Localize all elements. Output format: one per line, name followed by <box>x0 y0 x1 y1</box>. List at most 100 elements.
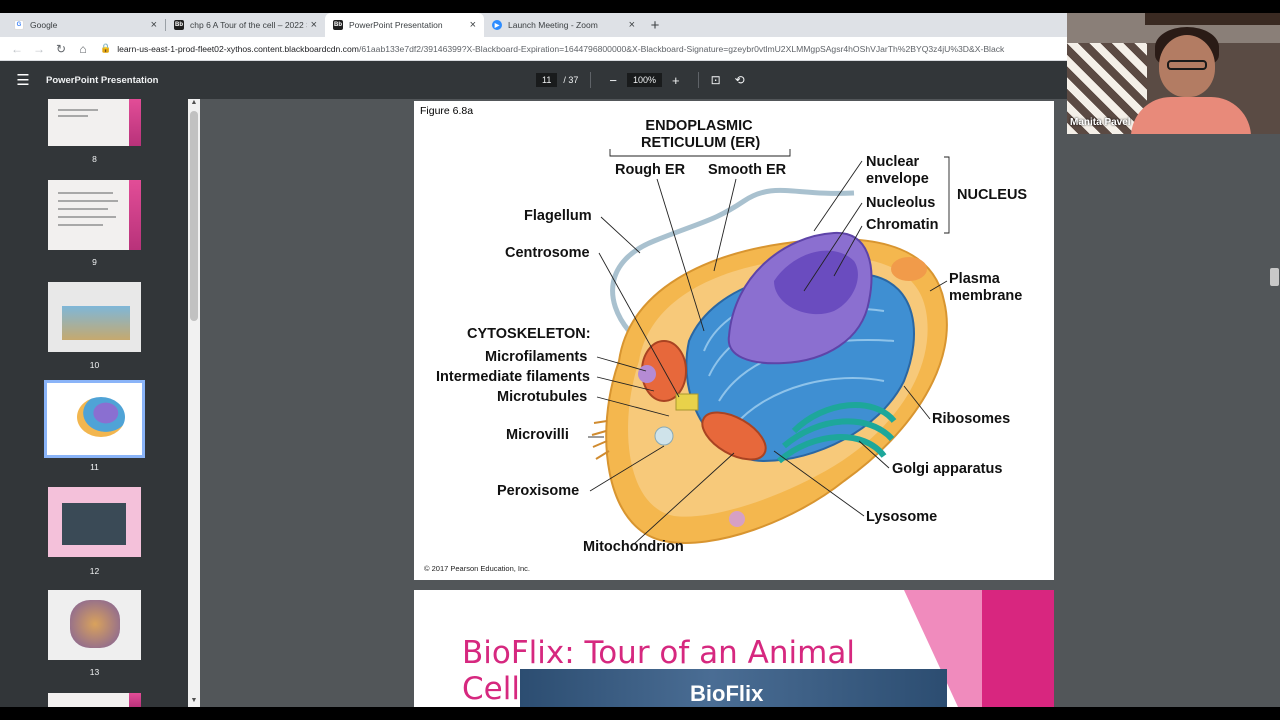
back-arrow-icon[interactable]: ← <box>6 39 28 59</box>
label-er-title-line2: RETICULUM (ER) <box>641 134 761 151</box>
home-icon[interactable]: ⌂ <box>72 39 94 59</box>
label-smooth-er: Smooth ER <box>708 162 787 178</box>
label-chromatin: Chromatin <box>866 217 939 233</box>
label-nuclear-envelope-line1: Nuclear <box>866 154 920 170</box>
google-icon: G <box>14 20 24 30</box>
label-flagellum: Flagellum <box>524 208 592 224</box>
thumbnail-page-14[interactable] <box>48 693 141 707</box>
url-field[interactable]: 🔒 learn-us-east-1-prod-fleet02-xythos.co… <box>100 43 1067 54</box>
tab-label: chp 6 A Tour of the cell – 2022 Sp <box>190 20 307 30</box>
page-total: / 37 <box>563 75 579 85</box>
thumbnail-label: 9 <box>92 257 97 267</box>
zoom-out-button[interactable]: − <box>603 73 623 88</box>
label-nuclear-envelope: Nuclear envelope <box>866 154 929 187</box>
vesicle-shape <box>638 365 656 383</box>
label-mitochondrion: Mitochondrion <box>583 539 684 555</box>
close-icon[interactable]: × <box>151 19 157 31</box>
thumbnail-label: 11 <box>90 462 99 472</box>
label-er-title-line1: ENDOPLASMIC <box>645 118 753 134</box>
rotate-icon[interactable]: ⟲ <box>735 73 745 87</box>
close-icon[interactable]: × <box>311 19 317 31</box>
thumbnail-label: 10 <box>89 360 100 370</box>
scroll-down-icon[interactable]: ▼ <box>188 697 200 707</box>
label-microtubules: Microtubules <box>497 389 588 405</box>
label-golgi-apparatus: Golgi apparatus <box>892 461 1003 477</box>
label-rough-er: Rough ER <box>615 162 686 178</box>
label-microvilli: Microvilli <box>506 427 569 443</box>
tab-zoom[interactable]: ▶ Launch Meeting - Zoom × <box>484 13 643 37</box>
tab-label: PowerPoint Presentation <box>349 20 443 30</box>
page-indicator: 11 / 37 <box>536 73 578 87</box>
url-host: learn-us-east-1-prod-fleet02-xythos.cont… <box>117 43 359 54</box>
label-lysosome: Lysosome <box>866 509 938 525</box>
label-plasma-membrane-line1: Plasma <box>949 271 1000 287</box>
thumbnail-page-8[interactable] <box>48 99 141 146</box>
thumbnail-sidebar: 8 9 10 11 12 13 ▲ ▼ <box>0 99 200 707</box>
toolbar-separator <box>590 72 592 88</box>
peroxisome-shape <box>654 426 674 446</box>
thumbnail-label: 12 <box>89 566 100 576</box>
thumbnail-page-13[interactable] <box>48 590 141 660</box>
label-peroxisome: Peroxisome <box>497 483 580 499</box>
label-plasma-membrane: Plasma membrane <box>949 271 1022 304</box>
label-nucleus: NUCLEUS <box>957 187 1028 203</box>
thumbnail-page-11[interactable] <box>44 380 145 458</box>
label-microfilaments: Microfilaments <box>485 349 588 365</box>
toolbar-separator <box>697 72 699 88</box>
tab-google[interactable]: G Google × <box>6 13 165 37</box>
thumbnail-page-12[interactable] <box>48 487 141 557</box>
glasses-icon <box>1167 60 1207 70</box>
tab-chp6[interactable]: Bb chp 6 A Tour of the cell – 2022 Sp × <box>166 13 325 37</box>
forward-arrow-icon[interactable]: → <box>28 39 50 59</box>
screen: G Google × Bb chp 6 A Tour of the cell –… <box>0 0 1280 720</box>
webcam-video-tile: Manita Pavel <box>1067 13 1280 134</box>
tab-powerpoint[interactable]: Bb PowerPoint Presentation × <box>325 13 484 37</box>
label-cytoskeleton: CYTOSKELETON: <box>467 326 591 342</box>
label-er-title: ENDOPLASMIC RETICULUM (ER) <box>641 118 761 151</box>
label-intermediate-filaments: Intermediate filaments <box>436 369 590 385</box>
reload-icon[interactable]: ↻ <box>50 39 72 59</box>
slide-title: BioFlix: Tour of an Animal Cell <box>462 635 855 707</box>
sidebar-scroll-thumb[interactable] <box>190 111 198 321</box>
close-icon[interactable]: × <box>629 19 635 31</box>
document-title: PowerPoint Presentation <box>46 74 159 86</box>
tab-label: Google <box>30 20 58 30</box>
thumbnail-page-9[interactable] <box>48 180 141 250</box>
close-icon[interactable]: × <box>470 19 476 31</box>
slide-page-12: BioFlix BioFlix: Tour of an Animal Cell <box>414 590 1054 707</box>
url-path: /61aab133e7df2/39146399?X-Blackboard-Exp… <box>358 43 1005 54</box>
page-number-input[interactable]: 11 <box>536 73 558 87</box>
address-bar: ← → ↻ ⌂ 🔒 learn-us-east-1-prod-fleet02-x… <box>0 37 1067 61</box>
centrosome-shape <box>675 393 699 411</box>
blackboard-icon: Bb <box>174 20 184 30</box>
zoom-level-input[interactable]: 100% <box>626 73 662 87</box>
label-ribosomes: Ribosomes <box>932 411 1011 427</box>
browser-tab-bar: G Google × Bb chp 6 A Tour of the cell –… <box>0 13 1067 37</box>
lock-icon: 🔒 <box>100 43 112 53</box>
mitochondrion-shape-3 <box>891 257 927 281</box>
slide-decoration <box>982 590 1054 707</box>
slide-title-line2: Cell <box>462 670 520 707</box>
zoom-in-button[interactable]: + <box>666 73 686 88</box>
participant-name: Manita Pavel <box>1070 117 1131 128</box>
slide-title-line1: BioFlix: Tour of an Animal <box>462 635 855 671</box>
label-centrosome: Centrosome <box>505 245 590 261</box>
label-plasma-membrane-line2: membrane <box>949 287 1023 304</box>
label-nuclear-envelope-line2: envelope <box>866 170 929 187</box>
thumbnail-page-10[interactable] <box>48 282 141 352</box>
copyright-notice: © 2017 Pearson Education, Inc. <box>424 564 531 573</box>
label-nucleolus: Nucleolus <box>866 195 936 211</box>
fit-page-icon[interactable]: ⊡ <box>711 73 721 87</box>
zoom-icon: ▶ <box>492 20 502 30</box>
page-scroll-thumb[interactable] <box>1270 268 1279 286</box>
thumbnail-label: 8 <box>92 154 97 164</box>
scroll-up-icon[interactable]: ▲ <box>188 99 200 109</box>
menu-icon[interactable]: ☰ <box>0 71 46 89</box>
slide-page-11: Figure 6.8a ENDOPLASMIC RETICULUM (ER) R… <box>414 101 1054 580</box>
document-view[interactable]: Figure 6.8a ENDOPLASMIC RETICULUM (ER) R… <box>200 99 1280 707</box>
tab-label: Launch Meeting - Zoom <box>508 20 598 30</box>
new-tab-button[interactable]: + <box>643 13 667 37</box>
thumbnail-label: 13 <box>89 667 100 677</box>
blackboard-icon: Bb <box>333 20 343 30</box>
lysosome-shape <box>729 511 745 527</box>
